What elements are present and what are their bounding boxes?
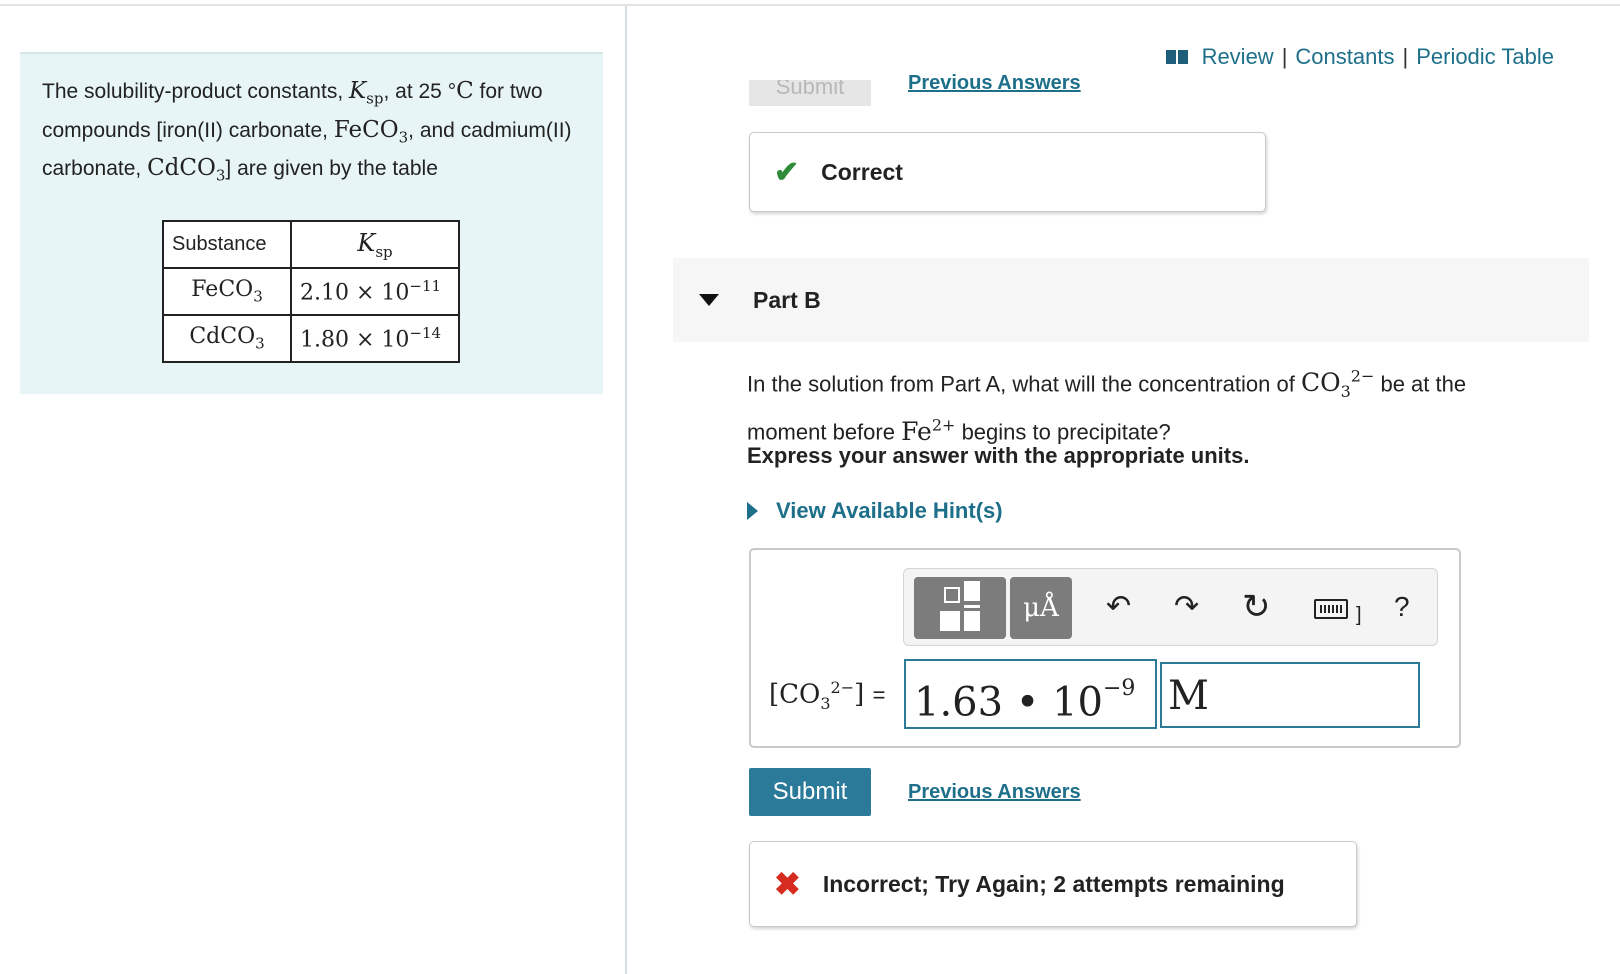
table-header-row: Substance Ksp	[162, 220, 460, 269]
cdco3-formula: CdCO3	[147, 155, 226, 185]
panel-divider	[625, 6, 627, 974]
part-b-title: Part B	[753, 286, 821, 313]
part-a-feedback: ✔ Correct	[749, 132, 1266, 212]
part-b-question: In the solution from Part A, what will t…	[747, 367, 1467, 446]
review-link[interactable]: Review	[1202, 44, 1274, 70]
part-b-header[interactable]: Part B	[673, 258, 1589, 342]
unit-input[interactable]: M	[1160, 662, 1420, 728]
help-icon[interactable]: ?	[1394, 589, 1410, 625]
part-b-feedback: ✖ Incorrect; Try Again; 2 attempts remai…	[749, 841, 1357, 927]
templates-icon[interactable]	[914, 577, 1006, 639]
table-header-substance: Substance	[162, 220, 292, 269]
link-separator: |	[1281, 44, 1288, 69]
table-row: FeCO3 2.10 × 10−11	[162, 267, 460, 316]
check-icon: ✔	[774, 155, 800, 189]
collapse-arrow-icon[interactable]	[699, 294, 719, 306]
redo-icon[interactable]: ↷	[1174, 589, 1199, 625]
reset-icon[interactable]: ↻	[1242, 589, 1271, 625]
ksp-table: Substance Ksp FeCO3 2.10 × 10−11 CdCO3 1…	[162, 220, 460, 363]
table-cell-substance: CdCO3	[162, 314, 292, 363]
value-input[interactable]: 1.63 • 10−9	[904, 659, 1157, 729]
feco3-formula: FeCO3	[333, 116, 409, 147]
undo-icon[interactable]: ↶	[1106, 589, 1131, 625]
link-separator: |	[1402, 44, 1409, 69]
answer-label: [CO32−] =	[769, 678, 886, 713]
co3-ion: CO32−	[1300, 367, 1375, 402]
x-icon: ✖	[774, 866, 801, 902]
answer-box: μÅ ↶ ↷ ↻ ] ? [CO32−] = 1.63 • 10−9 M	[749, 548, 1461, 748]
keyboard-toggle-icon: ]	[1356, 604, 1362, 626]
incorrect-message: Incorrect; Try Again; 2 attempts remaini…	[822, 870, 1285, 897]
table-cell-substance: FeCO3	[162, 267, 292, 316]
part-a-previous-answers-link[interactable]: Previous Answers	[908, 72, 1081, 94]
view-hints-toggle[interactable]: View Available Hint(s)	[747, 498, 1003, 524]
book-icon	[1165, 50, 1188, 64]
keyboard-icon[interactable]	[1314, 599, 1348, 619]
table-row: CdCO3 1.80 × 10−14	[162, 314, 460, 363]
ksp-symbol: Ksp	[348, 78, 384, 108]
math-toolbar: μÅ ↶ ↷ ↻ ] ?	[903, 568, 1438, 646]
units-icon[interactable]: μÅ	[1010, 577, 1072, 639]
table-header-ksp: Ksp	[290, 220, 460, 269]
table-cell-ksp: 1.80 × 10−14	[290, 314, 460, 363]
submit-button[interactable]: Submit	[749, 768, 871, 816]
constants-link[interactable]: Constants	[1295, 44, 1394, 70]
periodic-table-link[interactable]: Periodic Table	[1416, 44, 1554, 70]
table-cell-ksp: 2.10 × 10−11	[290, 267, 460, 316]
part-a-submit-button: Submit	[749, 80, 871, 106]
problem-intro-panel: The solubility-product constants, Ksp, a…	[20, 52, 603, 394]
problem-intro-text: The solubility-product constants, Ksp, a…	[42, 78, 572, 185]
previous-answers-link[interactable]: Previous Answers	[908, 781, 1081, 804]
hint-label[interactable]: View Available Hint(s)	[776, 498, 1003, 524]
fe-ion: Fe2+	[901, 415, 956, 446]
resource-links: Review | Constants | Periodic Table	[1165, 44, 1554, 70]
correct-message: Correct	[821, 158, 903, 185]
top-rule	[0, 4, 1620, 6]
answer-instruction: Express your answer with the appropriate…	[747, 443, 1250, 468]
expand-arrow-icon	[747, 502, 758, 520]
